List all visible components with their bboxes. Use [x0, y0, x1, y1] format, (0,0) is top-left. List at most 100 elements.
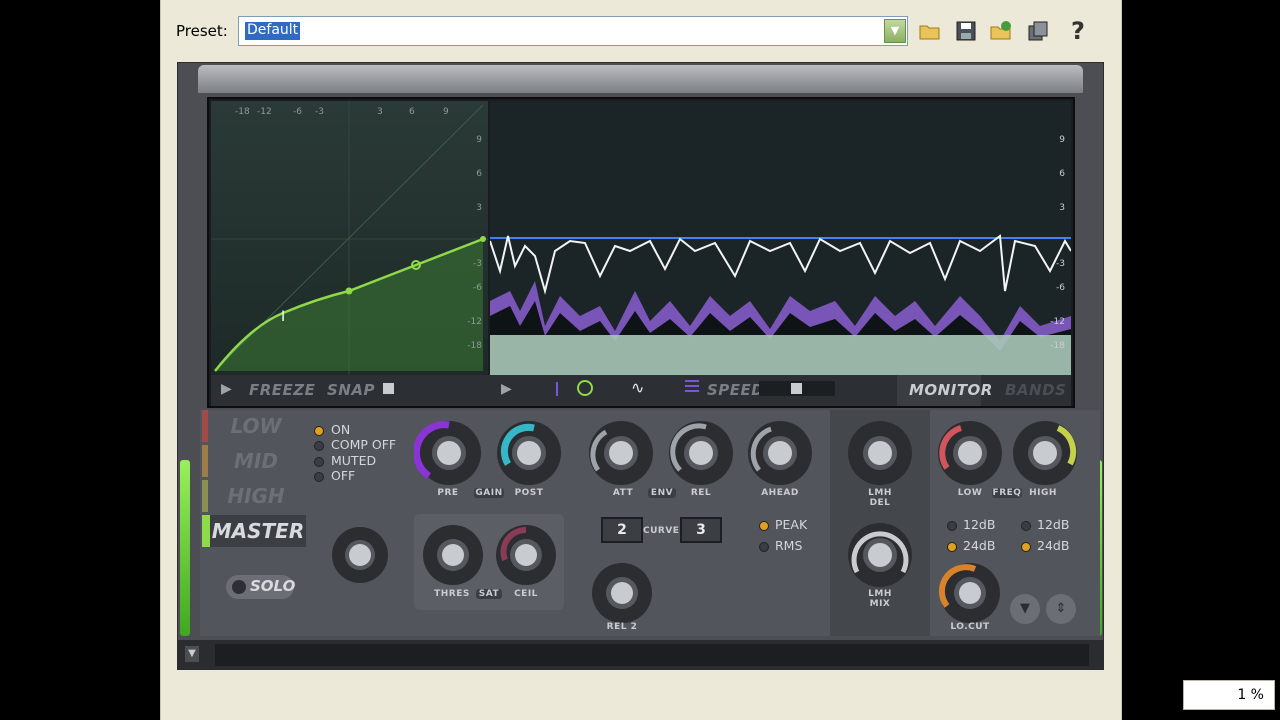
- peak-led[interactable]: [759, 521, 769, 531]
- folder-open-icon[interactable]: [917, 18, 943, 44]
- low-label: LOW: [957, 488, 983, 498]
- sat-label[interactable]: SAT: [476, 589, 502, 599]
- chevron-down-icon[interactable]: ▼: [1010, 594, 1040, 624]
- low-freq-knob[interactable]: [935, 418, 1005, 488]
- preset-value[interactable]: Default: [245, 22, 301, 40]
- curve-right-value[interactable]: 3: [680, 517, 722, 543]
- high-slope-24db[interactable]: 24dB: [1037, 538, 1069, 553]
- env-label[interactable]: ENV: [648, 488, 676, 498]
- play-icon[interactable]: ▶: [221, 381, 232, 397]
- chevron-updown-icon[interactable]: ⇕: [1046, 594, 1076, 624]
- high-12db-led[interactable]: [1021, 521, 1031, 531]
- speed-slider-handle[interactable]: [791, 383, 802, 394]
- tf-right-tick: -12: [467, 317, 482, 327]
- wave-right-tick: 6: [1059, 169, 1065, 179]
- high-label: HIGH: [1029, 488, 1057, 498]
- mode-comp-off[interactable]: COMP OFF: [331, 437, 396, 452]
- mode-muted[interactable]: MUTED: [331, 453, 376, 468]
- save-icon[interactable]: [953, 18, 979, 44]
- band-tab-master[interactable]: MASTER: [202, 515, 306, 547]
- mode-on-led[interactable]: [314, 426, 324, 436]
- pre-knob[interactable]: [414, 418, 484, 488]
- tf-right-tick: 3: [476, 203, 482, 213]
- view-bar-icon[interactable]: [556, 382, 558, 396]
- plugin-statusbar: ▼: [177, 640, 1104, 670]
- curve-label: CURVE: [643, 526, 680, 536]
- speed-label: SPEED: [707, 381, 765, 399]
- att-label: ATT: [612, 488, 634, 498]
- locut-label: LO.CUT: [950, 622, 990, 632]
- curve-shape-icon[interactable]: ∿: [631, 378, 644, 397]
- top-bevel: [198, 65, 1083, 93]
- lmh-del-knob[interactable]: [845, 418, 915, 488]
- low-slope-24db[interactable]: 24dB: [963, 538, 995, 553]
- low-slope-12db[interactable]: 12dB: [963, 517, 995, 532]
- tf-right-tick: 6: [476, 169, 482, 179]
- tf-right-tick: -18: [467, 341, 482, 351]
- waveform-panel: 9 6 3 -3 -6 -12 -18: [490, 101, 1071, 375]
- curve-left-value[interactable]: 2: [601, 517, 643, 543]
- mode-off-led[interactable]: [314, 472, 324, 482]
- band-tab-high[interactable]: HIGH: [202, 480, 304, 512]
- mode-muted-led[interactable]: [314, 457, 324, 467]
- pre-label: PRE: [437, 488, 459, 498]
- high-slope-12db[interactable]: 12dB: [1037, 517, 1069, 532]
- wave-right-tick: 3: [1059, 203, 1065, 213]
- mode-comp-off-led[interactable]: [314, 441, 324, 451]
- help-icon[interactable]: ?: [1071, 18, 1097, 44]
- band-tab-low[interactable]: LOW: [202, 410, 304, 442]
- rel2-label: REL 2: [606, 622, 638, 632]
- waveform-graph: [490, 234, 1071, 375]
- chevron-down-icon[interactable]: ▼: [884, 19, 906, 43]
- rel-knob[interactable]: [666, 418, 736, 488]
- lmh-mix-knob[interactable]: [845, 520, 915, 590]
- snap-toggle[interactable]: [383, 383, 394, 394]
- solo-button[interactable]: SOLO: [226, 575, 295, 599]
- tf-right-tick: 9: [476, 135, 482, 145]
- locut-knob[interactable]: [935, 558, 1005, 628]
- freeze-button[interactable]: FREEZE: [249, 381, 315, 399]
- speed-slider[interactable]: [759, 381, 835, 396]
- att-knob[interactable]: [586, 418, 656, 488]
- bands-tab[interactable]: BANDS: [1005, 381, 1066, 399]
- menu-arrow-icon[interactable]: ▼: [185, 646, 199, 662]
- stereo-knob[interactable]: [325, 520, 395, 590]
- lmh-del-label: LMH DEL: [868, 488, 892, 508]
- wave-right-tick: -18: [1050, 341, 1065, 351]
- rel2-knob[interactable]: [587, 558, 657, 628]
- tf-right-tick: -3: [473, 259, 482, 269]
- gain-label[interactable]: GAIN: [474, 488, 504, 498]
- copy-icon[interactable]: [1025, 18, 1051, 44]
- ceil-label: CEIL: [514, 589, 538, 599]
- transfer-curve-panel: I -18 -12 -6 -3 3 6 9 9 6 3 -3 -6 -12 -1…: [211, 101, 488, 375]
- high-24db-led[interactable]: [1021, 542, 1031, 552]
- snap-button[interactable]: SNAP: [327, 381, 375, 399]
- high-freq-knob[interactable]: [1010, 418, 1080, 488]
- band-tab-mid[interactable]: MID: [202, 445, 304, 477]
- detect-rms[interactable]: RMS: [775, 538, 802, 553]
- low-12db-led[interactable]: [947, 521, 957, 531]
- mode-off[interactable]: OFF: [331, 468, 355, 483]
- wave-right-tick: -6: [1056, 283, 1065, 293]
- thres-knob[interactable]: [418, 520, 488, 590]
- tf-tick: 9: [443, 107, 449, 117]
- analyzer-display: I -18 -12 -6 -3 3 6 9 9 6 3 -3 -6 -12 -1…: [207, 97, 1075, 408]
- mode-on[interactable]: ON: [331, 422, 350, 437]
- post-knob[interactable]: [494, 418, 564, 488]
- monitor-tab[interactable]: MONITOR: [897, 375, 992, 406]
- detect-peak[interactable]: PEAK: [775, 517, 807, 532]
- wave-play-icon[interactable]: ▶: [501, 381, 512, 397]
- hint-bar: [215, 644, 1089, 666]
- browse-icon[interactable]: [988, 18, 1014, 44]
- preset-combobox[interactable]: Default ▼: [238, 16, 908, 46]
- spectrum-icon[interactable]: [685, 380, 699, 394]
- tf-tick: -12: [257, 107, 272, 117]
- ahead-knob[interactable]: [745, 418, 815, 488]
- freq-label[interactable]: FREQ: [992, 488, 1022, 498]
- ceil-knob[interactable]: [491, 520, 561, 590]
- view-circle-icon[interactable]: [577, 380, 593, 396]
- rms-led[interactable]: [759, 542, 769, 552]
- tf-tick: -18: [235, 107, 250, 117]
- low-24db-led[interactable]: [947, 542, 957, 552]
- lmh-mix-label: LMH MIX: [868, 589, 892, 609]
